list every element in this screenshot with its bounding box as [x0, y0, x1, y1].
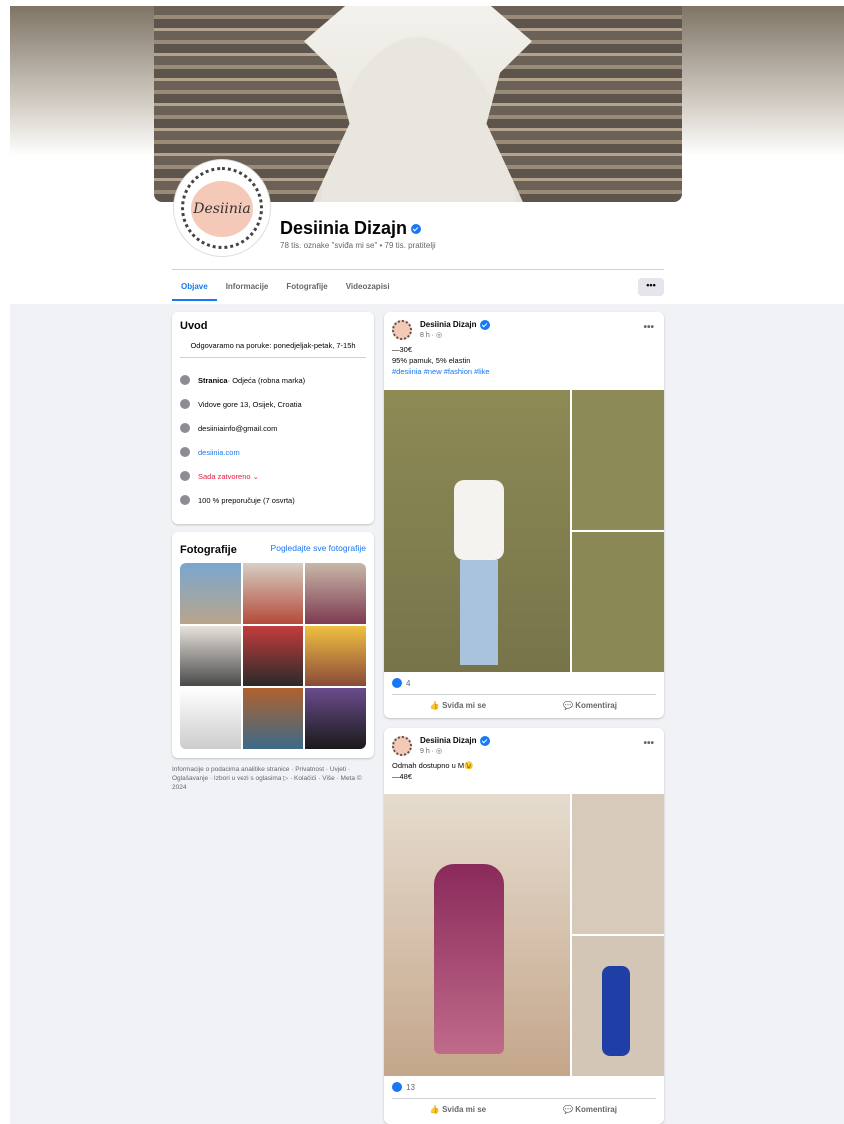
photos-title: Fotografije — [180, 544, 237, 556]
tab-videozapisi[interactable]: Videozapisi — [337, 276, 399, 301]
post-author[interactable]: Desiinia Dizajn — [420, 736, 491, 746]
intro-row-website[interactable]: desiinia.com — [180, 440, 366, 464]
post-photo-main[interactable] — [384, 390, 570, 672]
info-icon — [180, 375, 190, 385]
intro-row-rating[interactable]: 100 % preporučuje (7 osvrta) — [180, 488, 366, 512]
intro-row-address[interactable]: Vidove gore 13, Osijek, Croatia — [180, 392, 366, 416]
post-card: Desiinia Dizajn 9 h · ◎ ••• Odmah dostup… — [384, 728, 664, 1124]
post-actions: 👍 Sviđa mi se 💬 Komentiraj — [392, 694, 656, 716]
comment-label: Komentiraj — [575, 701, 617, 710]
website-link[interactable]: desiinia.com — [198, 448, 240, 457]
email-icon — [180, 423, 190, 433]
clock-icon — [180, 471, 190, 481]
intro-row-text: · Odjeća (robna marka) — [227, 375, 306, 385]
post-reactions[interactable]: 13 — [392, 1082, 415, 1092]
page-title: Desiinia Dizajn — [280, 218, 422, 239]
photo-thumbnail[interactable] — [305, 563, 366, 624]
post-time[interactable]: 8 h · ◎ — [420, 331, 442, 339]
profile-avatar[interactable]: Desiinia — [174, 160, 270, 256]
post-avatar[interactable] — [392, 736, 412, 756]
verified-badge-icon — [411, 224, 422, 235]
post-gallery[interactable] — [384, 794, 664, 1076]
location-icon — [180, 399, 190, 409]
comment-button[interactable]: 💬 Komentiraj — [524, 695, 656, 716]
post-author-name[interactable]: Desiinia Dizajn — [420, 736, 476, 745]
page-tabs: Objave Informacije Fotografije Videozapi… — [172, 276, 399, 301]
intro-divider — [180, 357, 366, 358]
photo-thumbnail[interactable] — [305, 688, 366, 749]
post-author[interactable]: Desiinia Dizajn — [420, 320, 491, 330]
photo-thumbnail[interactable] — [242, 688, 304, 749]
intro-row-bold: Stranica — [198, 375, 228, 385]
dress-image — [304, 6, 532, 202]
tab-objave[interactable]: Objave — [172, 276, 217, 301]
like-label: Sviđa mi se — [442, 1105, 487, 1114]
post-header: Desiinia Dizajn 8 h · ◎ ••• — [384, 312, 664, 342]
post-photo[interactable] — [572, 794, 664, 934]
post-price: Odmah dostupno u M😉 — [392, 761, 474, 770]
verified-badge-icon — [480, 320, 491, 330]
post-text: —30€ 95% pamuk, 5% elastin #desiinia #ne… — [384, 342, 664, 379]
photo-thumbnail[interactable] — [180, 563, 241, 624]
post-avatar[interactable] — [392, 320, 412, 340]
post-time[interactable]: 9 h · ◎ — [420, 747, 442, 755]
globe-icon — [180, 447, 190, 457]
like-button[interactable]: 👍 Sviđa mi se — [392, 695, 524, 716]
page-stats[interactable]: 78 tis. oznake "sviđa mi se" • 79 tis. p… — [280, 241, 436, 250]
photo-thumbnail[interactable] — [180, 625, 241, 687]
tab-informacije[interactable]: Informacije — [217, 276, 278, 301]
post-menu-icon[interactable]: ••• — [643, 322, 654, 333]
intro-row-text: Vidove gore 13, Osijek, Croatia — [198, 399, 302, 409]
reaction-count[interactable]: 13 — [406, 1083, 415, 1092]
photo-thumbnail[interactable] — [242, 625, 304, 687]
like-icon — [392, 678, 402, 688]
tab-fotografije[interactable]: Fotografije — [277, 276, 336, 301]
post-hashtags[interactable]: #desiinia #new #fashion #like — [392, 366, 656, 377]
post-line: —48€ — [392, 772, 413, 781]
reaction-count[interactable]: 4 — [406, 679, 410, 688]
comment-label: Komentiraj — [575, 1105, 617, 1114]
intro-row-text: desiiniainfo@gmail.com — [198, 423, 278, 433]
hours-status[interactable]: Sada zatvoreno ⌄ — [198, 472, 259, 481]
star-icon — [180, 495, 190, 505]
comment-button[interactable]: 💬 Komentiraj — [524, 1099, 656, 1120]
intro-row-hours[interactable]: Sada zatvoreno ⌄ — [180, 464, 366, 488]
post-photo[interactable] — [572, 390, 664, 530]
post-actions: 👍 Sviđa mi se 💬 Komentiraj — [392, 1098, 656, 1120]
intro-card: Uvod Odgovaramo na poruke: ponedjeljak-p… — [172, 312, 374, 524]
photo-grid — [180, 563, 366, 749]
page-name: Desiinia Dizajn — [280, 218, 408, 238]
verified-badge-icon — [480, 736, 491, 746]
post-photo-main[interactable] — [384, 794, 570, 1076]
avatar-logo: Desiinia — [191, 181, 253, 237]
intro-row-text: 100 % preporučuje (7 osvrta) — [198, 495, 295, 505]
post-gallery[interactable] — [384, 390, 664, 672]
photo-thumbnail[interactable] — [305, 625, 366, 687]
photo-thumbnail[interactable] — [242, 563, 304, 624]
see-all-photos-link[interactable]: Pogledajte sve fotografije — [271, 543, 366, 553]
post-photo[interactable] — [572, 532, 664, 672]
like-icon — [392, 1082, 402, 1092]
photos-card: Fotografije Pogledajte sve fotografije — [172, 532, 374, 758]
post-text: Odmah dostupno u M😉 —48€ — [384, 758, 664, 784]
like-button[interactable]: 👍 Sviđa mi se — [392, 1099, 524, 1120]
more-options-button[interactable]: ••• — [638, 278, 664, 296]
intro-row-email[interactable]: desiiniainfo@gmail.com — [180, 416, 366, 440]
post-card: Desiinia Dizajn 8 h · ◎ ••• —30€ 95% pam… — [384, 312, 664, 718]
intro-row-category: Stranica · Odjeća (robna marka) — [180, 368, 366, 392]
post-price: —30€ — [392, 345, 413, 354]
intro-bio: Odgovaramo na poruke: ponedjeljak-petak,… — [190, 341, 356, 350]
post-header: Desiinia Dizajn 9 h · ◎ ••• — [384, 728, 664, 758]
post-line: 95% pamuk, 5% elastin — [392, 356, 471, 365]
page-footer[interactable]: Informacije o podacima analitike stranic… — [172, 765, 374, 792]
like-label: Sviđa mi se — [442, 701, 487, 710]
post-reactions[interactable]: 4 — [392, 678, 410, 688]
tabs-divider — [172, 269, 664, 270]
post-menu-icon[interactable]: ••• — [643, 738, 654, 749]
post-photo[interactable] — [572, 936, 664, 1076]
avatar-logo-text: Desiinia — [193, 201, 251, 217]
photo-thumbnail[interactable] — [180, 688, 241, 749]
intro-title: Uvod — [180, 320, 208, 332]
post-author-name[interactable]: Desiinia Dizajn — [420, 320, 476, 329]
